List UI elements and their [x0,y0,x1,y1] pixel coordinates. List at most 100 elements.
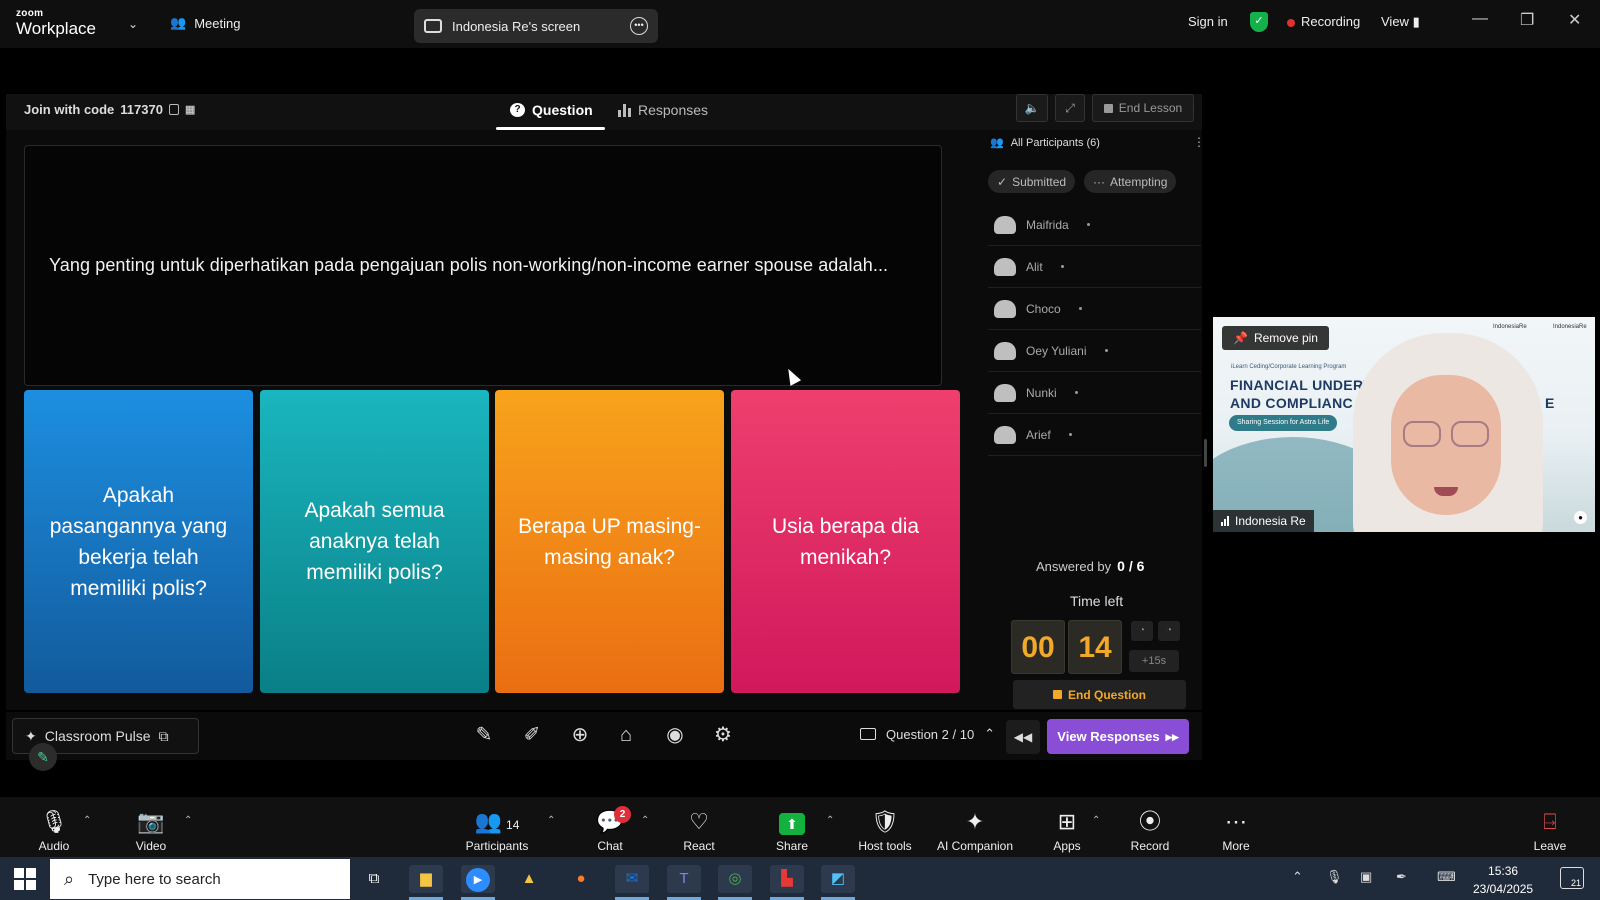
participant-row[interactable]: Maifrida [988,204,1201,246]
video-button[interactable]: 📷 Video [111,808,191,853]
tab-responses[interactable]: Responses [618,102,708,118]
end-question-button[interactable]: End Question [1013,680,1186,709]
tray-display-icon[interactable]: ▣ [1360,869,1372,885]
file-explorer-icon[interactable]: ▆ [409,865,443,893]
tray-pen-icon[interactable]: ✒ [1396,869,1407,885]
fullscreen-icon[interactable]: ⤢ [1055,94,1085,122]
remove-pin-button[interactable]: 📌 Remove pin [1222,326,1329,350]
restore-icon[interactable]: ❐ [1520,10,1534,30]
end-lesson-button[interactable]: End Lesson [1092,94,1194,122]
audio-options-caret[interactable]: ⌃ [83,815,91,826]
status-dot [1104,349,1108,352]
meeting-menu[interactable]: 👥 Meeting [170,15,240,31]
previous-question-button[interactable]: ◀◀ [1006,720,1040,754]
timer-gauge-icon[interactable]: ◉ [662,723,688,747]
task-view-icon[interactable]: ⧉ [357,865,391,893]
video-options-caret[interactable]: ⌃ [184,815,192,826]
spotlight-user-icon[interactable]: ⌂ [613,723,639,747]
audio-button[interactable]: 🎙 Audio [14,808,94,853]
participant-row[interactable]: Alit [988,246,1201,288]
participants-header[interactable]: 👥 All Participants (6) [990,136,1100,150]
chat-options-caret[interactable]: ⌃ [641,815,649,826]
sign-in-link[interactable]: Sign in [1188,14,1228,29]
answer-option-4[interactable]: Usia berapa dia menikah? [731,390,960,693]
pause-timer-icon[interactable]: ◔ [1131,621,1153,641]
participant-row[interactable]: Nunki [988,372,1201,414]
search-icon: ⌕ [64,868,75,889]
screen-share-pill[interactable]: Indonesia Re's screen ••• [414,9,658,43]
firefox-icon[interactable]: ● [564,865,598,893]
notification-center-icon[interactable]: 21 [1560,867,1584,889]
apps-options-caret[interactable]: ⌃ [1092,815,1100,826]
tray-chevron-up-icon[interactable]: ⌃ [1292,869,1303,885]
pen-icon[interactable]: ✎ [29,743,57,771]
photos-icon[interactable]: ◩ [821,865,855,893]
reset-timer-icon[interactable]: ◔ [1158,621,1180,641]
whiteboard-icon[interactable]: ✐ [519,723,545,747]
more-button[interactable]: ⋯ More [1196,808,1276,853]
more-vertical-icon[interactable]: ⋮ [1193,135,1205,149]
pin-circle-icon[interactable]: ● [1574,511,1587,524]
tray-microphone-icon[interactable]: 🎙 [1326,869,1343,885]
add-circle-icon[interactable]: ⊕ [567,723,593,747]
acrobat-icon[interactable]: ▙ [770,865,804,893]
camera-off-icon: 📷 [137,809,165,834]
chrome-icon[interactable]: ◎ [718,865,752,893]
share-button[interactable]: ⬆ Share [752,808,832,853]
tab-responses-label: Responses [638,102,709,118]
heart-icon: ♡ [689,809,709,834]
chat-button[interactable]: 💬 Chat [570,808,650,853]
classroom-pulse-label: Classroom Pulse [44,728,151,744]
participant-row[interactable]: Choco [988,288,1201,330]
more-options-icon[interactable]: ••• [630,17,648,35]
zoom-workplace-logo[interactable]: zoom Workplace [16,9,96,38]
audio-label: Audio [38,839,70,853]
answer-option-1[interactable]: Apakah pasangannya yang bekerja telah me… [24,390,253,693]
copy-icon[interactable] [168,104,179,115]
view-menu[interactable]: View ▮ [1381,14,1420,30]
tab-question[interactable]: ? Question [496,102,605,130]
view-responses-button[interactable]: View Responses ▸▸ [1047,719,1189,754]
participants-options-caret[interactable]: ⌃ [547,815,555,826]
ai-companion-label: AI Companion [936,839,1014,853]
filter-attempting-label: Attempting [1110,174,1168,189]
share-options-caret[interactable]: ⌃ [826,815,834,826]
ai-companion-button[interactable]: ✦ AI Companion [930,808,1020,853]
react-button[interactable]: ♡ React [659,808,739,853]
annotate-pen-icon[interactable]: ✎ [471,723,497,747]
recording-indicator[interactable]: Recording [1287,14,1360,29]
participant-row[interactable]: Arief [988,414,1201,456]
people-icon: 👥 [990,137,1004,149]
answer-option-2[interactable]: Apakah semua anaknya telah memiliki poli… [260,390,489,693]
google-drive-icon[interactable]: ▲ [512,865,546,893]
panel-resize-handle[interactable] [1204,439,1207,467]
taskbar-clock[interactable]: 15:36 23/04/2025 [1473,862,1533,898]
question-navigator[interactable]: Question 2 / 10 ⌃ [860,726,995,742]
answer-option-3[interactable]: Berapa UP masing-masing anak? [495,390,724,693]
screen-share-label: Indonesia Re's screen [452,18,581,34]
zoom-app-icon[interactable]: ▶ [461,865,495,893]
security-shield-icon[interactable]: ✓ [1250,12,1268,32]
teams-icon[interactable]: T [667,865,701,893]
filter-attempting[interactable]: ··· Attempting [1084,170,1177,193]
participants-button[interactable]: 👥 14 Participants [456,808,538,853]
minimize-icon[interactable]: — [1472,10,1488,28]
windows-start-icon[interactable] [14,868,36,890]
tray-keyboard-icon[interactable]: ⌨ [1437,869,1456,885]
sound-icon[interactable]: 🔈 [1016,94,1048,122]
share-arrow-icon: ⬆ [779,813,805,835]
qr-code-icon[interactable]: ▦ [185,103,195,116]
chevron-down-icon[interactable]: ⌄ [128,17,138,31]
pin-icon: 📌 [1233,331,1248,345]
add-15s-button[interactable]: +15s [1129,650,1179,672]
participant-video-tile[interactable]: IndonesiaRe IndonesiaRe iLearn Ceding/Co… [1213,317,1595,532]
filter-submitted[interactable]: ✓ Submitted [988,170,1076,193]
leave-button[interactable]: ⍈ Leave [1510,808,1590,853]
participant-row[interactable]: Oey Yuliani [988,330,1201,372]
close-icon[interactable]: ✕ [1568,10,1581,30]
settings-monitor-icon[interactable]: ⚙ [710,723,736,747]
host-tools-button[interactable]: 🛡 Host tools [845,808,925,853]
outlook-icon[interactable]: ✉ [615,865,649,893]
record-button[interactable]: ⦿ Record [1110,808,1190,853]
taskbar-search-box[interactable]: ⌕ Type here to search [50,859,350,899]
